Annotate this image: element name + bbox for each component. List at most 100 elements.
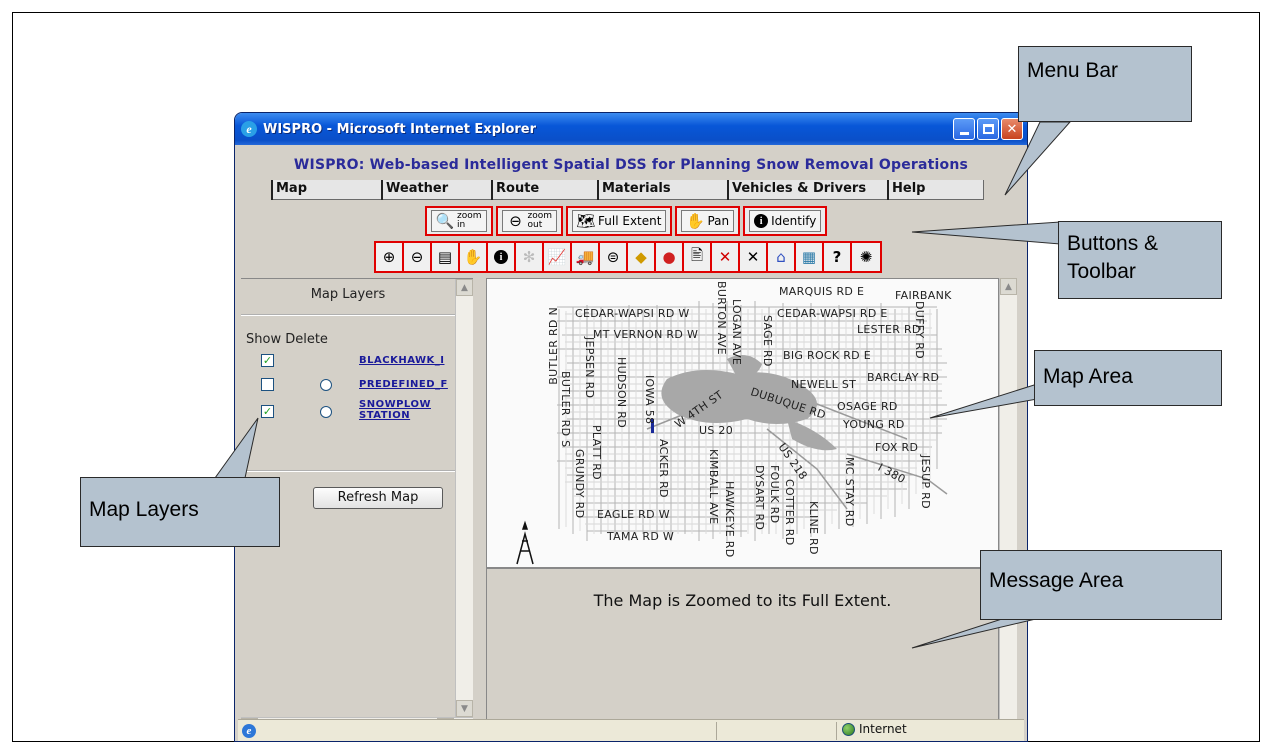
callout-label: Menu Bar (1027, 59, 1119, 82)
statusbar-divider (836, 721, 837, 740)
map-road-label: CEDAR-WAPSI RD E (777, 307, 888, 320)
help-icon[interactable]: ? (824, 243, 852, 271)
calendar-icon[interactable]: ▦ (796, 243, 824, 271)
clear-icon[interactable]: ✕ (740, 243, 768, 271)
alert-icon[interactable]: ✺ (852, 243, 880, 271)
map-road-label: MT VERNON RD W (593, 328, 699, 341)
warning-sign-icon[interactable]: ◆ (628, 243, 656, 271)
show-checkbox[interactable] (261, 378, 274, 391)
layer-link[interactable]: BLACKHAWK_I (359, 355, 444, 366)
app-title: WISPRO: Web-based Intelligent Spatial DS… (293, 157, 969, 173)
map-road-label: MC STAY RD (843, 457, 856, 527)
layer-link[interactable]: SNOWPLOW STATION (359, 399, 431, 421)
map-road-label: NEWELL ST (791, 378, 857, 391)
menu-vehicles-drivers[interactable]: Vehicles & Drivers (727, 180, 887, 200)
map-area-callout: Map Area (1034, 350, 1222, 406)
map-road-label: FOULK RD (768, 465, 781, 524)
zoom-in-label-bottom: in (457, 220, 466, 230)
refresh-map-button[interactable]: Refresh Map (313, 487, 443, 509)
zoom-in-button-face: 🔍 zoom in (431, 210, 487, 232)
zoom-in-icon[interactable]: ⊕ (376, 243, 404, 271)
full-extent-button[interactable]: 🗺 Full Extent (566, 206, 673, 236)
identify-icon[interactable]: i (488, 243, 516, 271)
document-icon[interactable]: 🖹 (684, 243, 712, 271)
map-road-label: HUDSON RD (615, 357, 628, 428)
scroll-up-icon[interactable]: ▲ (1000, 278, 1017, 295)
map-road-label: EAGLE RD W (597, 508, 670, 521)
map-road-label: DUFFY RD (913, 301, 926, 359)
map-road-label: SAGE RD (761, 315, 774, 367)
pan-icon[interactable]: ✋ (460, 243, 488, 271)
zone-label: Internet (859, 722, 907, 736)
identify-label: Identify (771, 214, 817, 228)
north-arrow-icon (516, 520, 534, 565)
menu-help[interactable]: Help (887, 180, 982, 200)
map-road-label: BIG ROCK RD E (783, 349, 871, 362)
full-extent-button-face: 🗺 Full Extent (572, 210, 667, 232)
menu-weather[interactable]: Weather (381, 180, 491, 200)
identify-button[interactable]: i Identify (743, 206, 828, 236)
page-icon: e (242, 723, 256, 738)
callout-label: Map Layers (89, 498, 199, 521)
pan-button[interactable]: ✋ Pan (675, 206, 741, 236)
browser-statusbar: e Internet (238, 719, 1024, 741)
map-layers-callout: Map Layers (80, 477, 280, 547)
zoom-out-icon[interactable]: ⊖ (404, 243, 432, 271)
map-road-label: OSAGE RD (837, 400, 898, 413)
depot-icon[interactable]: ⌂ (768, 243, 796, 271)
pan-button-face: ✋ Pan (681, 210, 735, 232)
map-road-label: CEDAR-WAPSI RD W (575, 307, 690, 320)
map-road-label: KLINE RD (807, 501, 820, 555)
ie-logo-icon: e (241, 121, 257, 137)
window-titlebar[interactable]: e WISPRO - Microsoft Internet Explorer ✕ (235, 113, 1027, 145)
zoom-out-label-bottom: out (527, 220, 543, 230)
zoom-out-label: zoom out (528, 212, 553, 230)
delete-icon[interactable]: ✕ (712, 243, 740, 271)
steering-wheel-icon[interactable]: ⊜ (600, 243, 628, 271)
zoom-out-icon: ⊖ (509, 212, 522, 230)
callout-label: Message Area (989, 569, 1124, 592)
close-icon: ✕ (1006, 121, 1018, 137)
stop-light-icon[interactable]: ● (656, 243, 684, 271)
delete-radio[interactable] (320, 406, 332, 418)
zoom-in-label: zoom in (457, 212, 482, 230)
zoom-out-button[interactable]: ⊖ zoom out (495, 206, 564, 236)
map-road-label: TAMA RD W (607, 530, 675, 543)
truck-icon[interactable]: 🚚 (572, 243, 600, 271)
delete-header: Delete (285, 332, 328, 347)
map-road-label: BURTON AVE (715, 281, 728, 355)
scroll-up-icon[interactable]: ▲ (456, 279, 473, 296)
menu-materials[interactable]: Materials (597, 180, 727, 200)
menu-map[interactable]: Map (271, 180, 381, 200)
maximize-button[interactable] (977, 118, 999, 140)
map-road-label: BARCLAY RD (867, 371, 940, 384)
show-checkbox[interactable]: ✓ (261, 405, 274, 418)
menu-route[interactable]: Route (491, 180, 597, 200)
settings-icon[interactable]: ✻ (516, 243, 544, 271)
globe-icon (842, 722, 855, 736)
message-area-callout: Message Area (980, 550, 1222, 620)
map-layers-title: Map Layers (310, 287, 386, 302)
zoom-in-button[interactable]: 🔍 zoom in (425, 206, 493, 236)
map-area[interactable]: MARQUIS RD E FAIRBANK CEDAR-WAPSI RD W C… (486, 278, 999, 568)
main-button-row: 🔍 zoom in ⊖ zoom out 🗺 Full Extent ✋ Pan… (425, 206, 828, 236)
identify-button-face: i Identify (749, 210, 822, 232)
chart-icon[interactable]: 📈 (544, 243, 572, 271)
map-road-label: YOUNG RD (843, 418, 905, 431)
layer-link[interactable]: PREDEFINED_F (359, 379, 448, 390)
show-checkbox[interactable]: ✓ (261, 354, 274, 367)
map-road-label: DYSART RD (753, 465, 766, 531)
full-extent-icon: 🗺 (576, 212, 596, 230)
delete-radio[interactable] (320, 379, 332, 391)
toolbar: ⊕ ⊖ ▤ ✋ i ✻ 📈 🚚 ⊜ ◆ ● 🖹 ✕ ✕ ⌂ ▦ ? ✺ (374, 241, 882, 273)
maximize-icon (982, 124, 994, 134)
full-extent-icon[interactable]: ▤ (432, 243, 460, 271)
right-vertical-scrollbar[interactable]: ▲ ▼ (999, 278, 1017, 738)
full-extent-label: Full Extent (598, 214, 662, 228)
map-road-label: ACKER RD (657, 439, 670, 498)
menu-bar-callout: Menu Bar (1018, 46, 1192, 122)
zoom-out-button-face: ⊖ zoom out (501, 210, 558, 232)
minimize-button[interactable] (953, 118, 975, 140)
left-vertical-scrollbar[interactable]: ▲ ▼ (455, 279, 473, 717)
scroll-down-icon[interactable]: ▼ (456, 700, 473, 717)
